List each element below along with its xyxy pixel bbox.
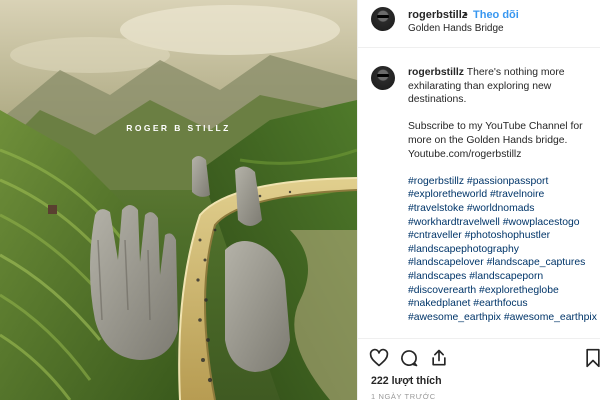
hashtag[interactable]: #awesome_earthpix — [504, 312, 597, 323]
caption-avatar[interactable] — [371, 66, 395, 90]
hashtag[interactable]: #earthfocus — [473, 298, 527, 309]
hashtag[interactable]: #landscapelover — [408, 257, 484, 268]
avatar[interactable] — [371, 7, 395, 31]
hashtag[interactable]: #landscape_captures — [487, 257, 586, 268]
hashtag[interactable]: #exploretheglobe — [479, 285, 559, 296]
post-sidebar: rogerbstillz • Theo dõi Golden Hands Bri… — [357, 0, 600, 401]
comment-icon[interactable] — [399, 348, 419, 368]
hashtag[interactable]: #exploretheworld — [408, 189, 487, 200]
hashtag[interactable]: #landscapeporn — [469, 271, 543, 282]
hashtag[interactable]: #awesome_earthpix — [408, 312, 501, 323]
post-actions: 222 lượt thích 1 NGÀY TRƯỚC — [358, 338, 600, 401]
caption-text-2: Subscribe to my YouTube Channel for more… — [408, 121, 583, 160]
hashtag[interactable]: #wowplacestogo — [503, 217, 580, 228]
hashtag[interactable]: #workhardtravelwell — [408, 217, 500, 228]
like-count[interactable]: 222 lượt thích — [371, 375, 442, 387]
hashtag[interactable]: #landscapephotography — [408, 244, 519, 255]
hashtag[interactable]: #landscapes — [408, 271, 466, 282]
hashtag[interactable]: #rogerbstillz — [408, 176, 464, 187]
hashtag[interactable]: #travelstoke — [408, 203, 464, 214]
header-username[interactable]: rogerbstillz — [408, 9, 467, 21]
location-link[interactable]: Golden Hands Bridge — [408, 23, 504, 34]
photo-watermark: ROGER B STILLZ — [126, 123, 231, 133]
caption-body: rogerbstillz There's nothing more exhila… — [408, 66, 597, 324]
hashtag[interactable]: #nakedplanet — [408, 298, 470, 309]
photo-scene — [0, 0, 357, 400]
bookmark-icon[interactable] — [583, 348, 600, 368]
heart-icon[interactable] — [369, 348, 389, 368]
post-photo[interactable]: ROGER B STILLZ — [0, 0, 357, 400]
caption-username[interactable]: rogerbstillz — [408, 67, 464, 78]
hashtag[interactable]: #discoverearth — [408, 285, 476, 296]
separator-dot: • — [464, 9, 468, 21]
hashtag[interactable]: #passionpassport — [467, 176, 548, 187]
hashtag-list: #rogerbstillz #passionpassport #exploret… — [408, 175, 597, 325]
follow-button[interactable]: Theo dõi — [473, 9, 519, 21]
hashtag[interactable]: #photoshophustler — [465, 230, 551, 241]
hashtag[interactable]: #worldnomads — [467, 203, 535, 214]
caption-comment: rogerbstillz There's nothing more exhila… — [371, 64, 597, 336]
hashtag[interactable]: #cntraveller — [408, 230, 462, 241]
share-icon[interactable] — [429, 348, 449, 368]
hashtag[interactable]: #travelnoire — [490, 189, 544, 200]
post-header: rogerbstillz • Theo dõi Golden Hands Bri… — [358, 0, 600, 48]
